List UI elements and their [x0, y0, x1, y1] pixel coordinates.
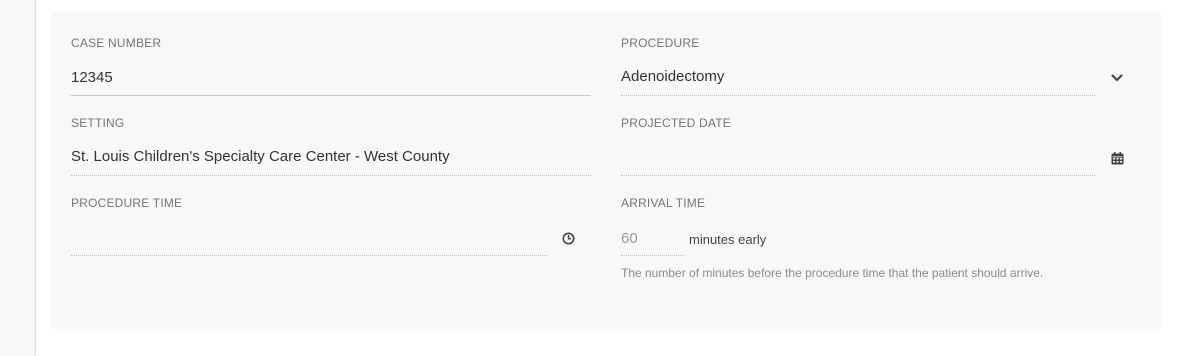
case-number-underline: [71, 95, 591, 96]
setting-underline: [71, 175, 591, 176]
case-number-label: CASE NUMBER: [71, 36, 162, 50]
arrival-minutes-suffix: minutes early: [689, 232, 767, 247]
projected-date-underline: [621, 175, 1095, 176]
procedure-time-label: PROCEDURE TIME: [71, 196, 183, 210]
procedure-underline: [621, 95, 1095, 96]
chevron-down-icon[interactable]: [1110, 71, 1124, 85]
arrival-time-hint: The number of minutes before the procedu…: [621, 266, 1044, 280]
procedure-time-input[interactable]: [71, 228, 541, 248]
procedure-time-underline: [71, 255, 547, 256]
arrival-time-label: ARRIVAL TIME: [621, 196, 706, 210]
projected-date-input[interactable]: [621, 148, 1091, 168]
arrival-minutes-input[interactable]: 60: [621, 230, 638, 247]
projected-date-label: PROJECTED DATE: [621, 116, 731, 130]
procedure-select[interactable]: Adenoidectomy: [621, 68, 724, 85]
procedure-label: PROCEDURE: [621, 36, 700, 50]
case-number-input[interactable]: 12345: [71, 69, 113, 86]
setting-input[interactable]: St. Louis Children's Specialty Care Cent…: [71, 148, 450, 165]
setting-label: SETTING: [71, 116, 125, 130]
calendar-icon[interactable]: [1110, 151, 1124, 165]
procedure-details-panel: [51, 11, 1161, 329]
arrival-minutes-underline: [621, 255, 685, 256]
clock-icon[interactable]: [561, 231, 575, 245]
